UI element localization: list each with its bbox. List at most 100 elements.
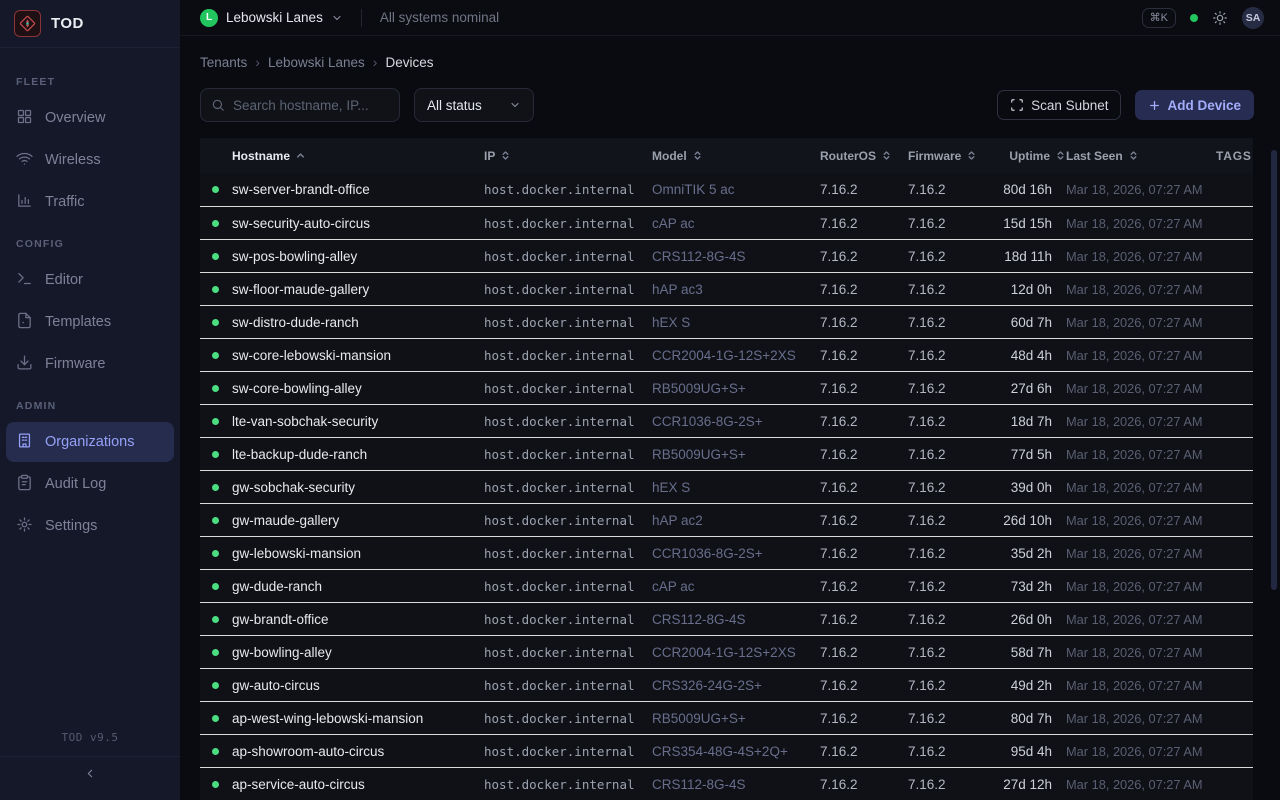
table-row[interactable]: sw-pos-bowling-alley host.docker.interna… (200, 239, 1253, 272)
column-header-uptime[interactable]: Uptime (986, 149, 1066, 163)
uptime-cell: 77d 5h (986, 447, 1066, 462)
firmware-cell: 7.16.2 (908, 777, 986, 792)
column-label: Uptime (1009, 149, 1050, 163)
sidebar-collapse-button[interactable] (0, 756, 180, 794)
scan-icon (1010, 98, 1024, 112)
table-row[interactable]: gw-lebowski-mansion host.docker.internal… (200, 536, 1253, 569)
uptime-cell: 27d 12h (986, 777, 1066, 792)
table-row[interactable]: gw-auto-circus host.docker.internal CRS3… (200, 668, 1253, 701)
hostname-cell: sw-floor-maude-gallery (232, 282, 484, 297)
uptime-cell: 39d 0h (986, 480, 1066, 495)
tenant-switcher[interactable]: L Lebowski Lanes (200, 9, 343, 27)
file-icon (16, 312, 33, 333)
sidebar-item-firmware[interactable]: Firmware (6, 344, 174, 384)
sidebar-item-editor[interactable]: Editor (6, 260, 174, 300)
table-row[interactable]: sw-security-auto-circus host.docker.inte… (200, 206, 1253, 239)
theme-toggle-sun-icon[interactable] (1212, 10, 1228, 26)
search-input[interactable] (233, 98, 389, 113)
sidebar-item-label: Overview (45, 110, 105, 126)
last-seen-cell: Mar 18, 2026, 07:27 AM (1066, 282, 1216, 297)
device-status-cell (212, 616, 232, 623)
column-header-firmware[interactable]: Firmware (908, 149, 986, 163)
ip-cell: host.docker.internal (484, 249, 652, 264)
table-row[interactable]: lte-backup-dude-ranch host.docker.intern… (200, 437, 1253, 470)
device-status-cell (212, 517, 232, 524)
routeros-cell: 7.16.2 (820, 348, 908, 363)
table-row[interactable]: lte-van-sobchak-security host.docker.int… (200, 404, 1253, 437)
scan-subnet-label: Scan Subnet (1031, 98, 1108, 113)
online-status-dot (212, 616, 219, 623)
uptime-cell: 58d 7h (986, 645, 1066, 660)
scan-subnet-button[interactable]: Scan Subnet (997, 90, 1121, 120)
sidebar-item-traffic[interactable]: Traffic (6, 182, 174, 222)
sidebar-item-wireless[interactable]: Wireless (6, 140, 174, 180)
uptime-cell: 26d 10h (986, 513, 1066, 528)
device-status-cell (212, 319, 232, 326)
last-seen-cell: Mar 18, 2026, 07:27 AM (1066, 447, 1216, 462)
table-row[interactable]: sw-core-lebowski-mansion host.docker.int… (200, 338, 1253, 371)
uptime-cell: 18d 11h (986, 249, 1066, 264)
sidebar-item-settings[interactable]: Settings (6, 506, 174, 546)
user-avatar[interactable]: SA (1242, 7, 1264, 29)
breadcrumb-tenants[interactable]: Tenants (200, 55, 247, 70)
firmware-cell: 7.16.2 (908, 645, 986, 660)
sidebar-item-audit-log[interactable]: Audit Log (6, 464, 174, 504)
uptime-cell: 18d 7h (986, 414, 1066, 429)
grid-icon (16, 108, 33, 129)
device-status-cell (212, 550, 232, 557)
main-column: L Lebowski Lanes All systems nominal ⌘K … (180, 0, 1280, 800)
table-row[interactable]: sw-core-bowling-alley host.docker.intern… (200, 371, 1253, 404)
model-cell: CRS354-48G-4S+2Q+ (652, 744, 820, 759)
sidebar-item-label: Editor (45, 272, 83, 288)
table-row[interactable]: sw-server-brandt-office host.docker.inte… (200, 173, 1253, 206)
last-seen-cell: Mar 18, 2026, 07:27 AM (1066, 678, 1216, 693)
table-row[interactable]: gw-maude-gallery host.docker.internal hA… (200, 503, 1253, 536)
device-status-cell (212, 583, 232, 590)
last-seen-cell: Mar 18, 2026, 07:27 AM (1066, 645, 1216, 660)
toolbar: All status Scan Subnet (200, 88, 1254, 122)
column-header-model[interactable]: Model (652, 149, 820, 163)
toolbar-actions: Scan Subnet Add Device (997, 90, 1254, 120)
add-device-button[interactable]: Add Device (1135, 90, 1254, 120)
online-status-dot (212, 418, 219, 425)
last-seen-cell: Mar 18, 2026, 07:27 AM (1066, 777, 1216, 792)
command-palette-shortcut[interactable]: ⌘K (1142, 8, 1176, 28)
sidebar-item-label: Firmware (45, 356, 105, 372)
online-status-dot (212, 352, 219, 359)
table-row[interactable]: sw-distro-dude-ranch host.docker.interna… (200, 305, 1253, 338)
vertical-scrollbar-thumb[interactable] (1271, 150, 1277, 590)
ip-cell: host.docker.internal (484, 381, 652, 396)
sidebar-item-label: Organizations (45, 434, 134, 450)
column-label: TAGS (1216, 149, 1252, 163)
breadcrumb-tenant-name[interactable]: Lebowski Lanes (268, 55, 365, 70)
sidebar-footer: TOD v9.5 (0, 721, 180, 800)
table-body: sw-server-brandt-office host.docker.inte… (200, 173, 1253, 800)
table-row[interactable]: gw-bowling-alley host.docker.internal CC… (200, 635, 1253, 668)
status-filter-select[interactable]: All status (414, 88, 534, 122)
topbar: L Lebowski Lanes All systems nominal ⌘K … (180, 0, 1280, 36)
column-header-hostname[interactable]: Hostname (232, 149, 484, 163)
routeros-cell: 7.16.2 (820, 480, 908, 495)
column-header-ip[interactable]: IP (484, 149, 652, 163)
column-header-routeros[interactable]: RouterOS (820, 149, 908, 163)
uptime-cell: 27d 6h (986, 381, 1066, 396)
content: Tenants › Lebowski Lanes › Devices All s… (180, 36, 1280, 800)
column-header-last-seen[interactable]: Last Seen (1066, 149, 1216, 163)
ip-cell: host.docker.internal (484, 182, 652, 197)
firmware-cell: 7.16.2 (908, 480, 986, 495)
table-row[interactable]: gw-sobchak-security host.docker.internal… (200, 470, 1253, 503)
sidebar-item-overview[interactable]: Overview (6, 98, 174, 138)
table-row[interactable]: ap-west-wing-lebowski-mansion host.docke… (200, 701, 1253, 734)
hostname-cell: ap-service-auto-circus (232, 777, 484, 792)
sidebar-item-organizations[interactable]: Organizations (6, 422, 174, 462)
table-row[interactable]: sw-floor-maude-gallery host.docker.inter… (200, 272, 1253, 305)
chevron-down-icon (509, 99, 521, 111)
device-status-cell (212, 286, 232, 293)
hostname-cell: gw-bowling-alley (232, 645, 484, 660)
uptime-cell: 15d 15h (986, 216, 1066, 231)
table-row[interactable]: gw-brandt-office host.docker.internal CR… (200, 602, 1253, 635)
table-row[interactable]: ap-service-auto-circus host.docker.inter… (200, 767, 1253, 800)
table-row[interactable]: gw-dude-ranch host.docker.internal cAP a… (200, 569, 1253, 602)
table-row[interactable]: ap-showroom-auto-circus host.docker.inte… (200, 734, 1253, 767)
sidebar-item-templates[interactable]: Templates (6, 302, 174, 342)
